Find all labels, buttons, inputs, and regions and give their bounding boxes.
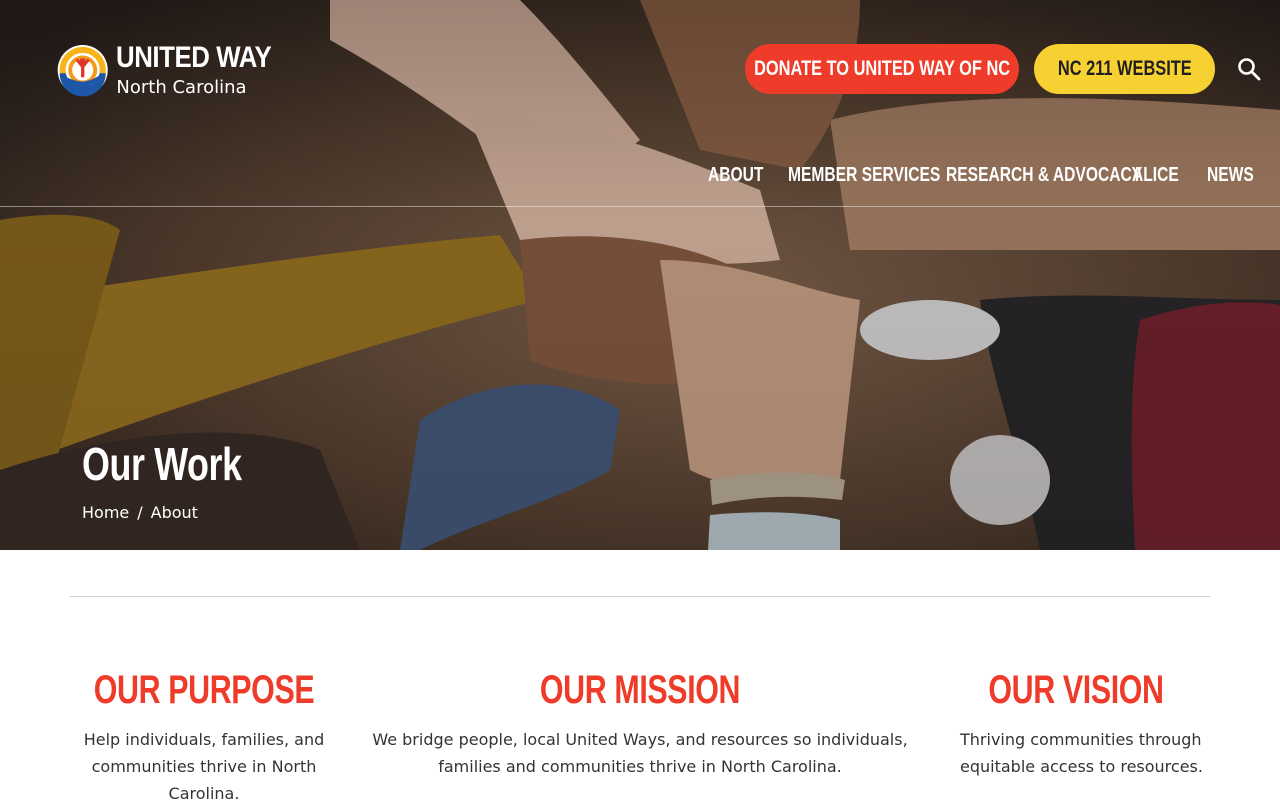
vision-section: OUR VISION Thriving communities through … [940,664,1212,780]
main-nav: ABOUT MEMBER SERVICES RESEARCH & ADVOCAC… [0,164,1280,192]
purpose-text: Help individuals, families, and communit… [83,730,325,803]
site-logo[interactable]: UNITED WAY North Carolina [57,30,297,110]
content-divider [70,596,1210,597]
mission-heading: OUR MISSION [539,668,741,712]
breadcrumb-separator: / [137,502,143,522]
breadcrumb: Home / About [82,500,198,524]
nc211-button-label: NC 211 WEBSITE [1057,57,1192,80]
logo-subtitle: North Carolina [116,77,247,98]
page-title: Our Work [82,438,242,490]
header-divider [0,206,1280,207]
nav-item-about[interactable]: ABOUT [708,164,763,187]
logo-wordmark: UNITED WAY North Carolina [116,43,297,97]
breadcrumb-current: About [150,502,198,522]
donate-button-label: DONATE TO UNITED WAY OF NC [753,57,1011,80]
nc211-website-button[interactable]: NC 211 WEBSITE [1034,44,1215,94]
nav-item-alice[interactable]: ALICE [1132,164,1179,187]
logo-title: UNITED WAY [116,41,272,74]
vision-heading: OUR VISION [988,668,1164,712]
nav-item-research-advocacy[interactable]: RESEARCH & ADVOCACY [946,164,1142,187]
donate-button[interactable]: DONATE TO UNITED WAY OF NC [745,44,1019,94]
nav-item-member-services[interactable]: MEMBER SERVICES [788,164,940,187]
mission-section: OUR MISSION We bridge people, local Unit… [348,664,932,780]
search-icon[interactable] [1236,56,1262,82]
vision-text: Thriving communities through equitable a… [960,730,1203,776]
purpose-heading: OUR PURPOSE [93,668,315,712]
mission-text: We bridge people, local United Ways, and… [372,730,908,776]
breadcrumb-home-link[interactable]: Home [82,503,129,522]
purpose-section: OUR PURPOSE Help individuals, families, … [56,664,352,807]
united-way-logo-icon [57,44,108,97]
nav-item-news[interactable]: NEWS [1207,164,1254,187]
